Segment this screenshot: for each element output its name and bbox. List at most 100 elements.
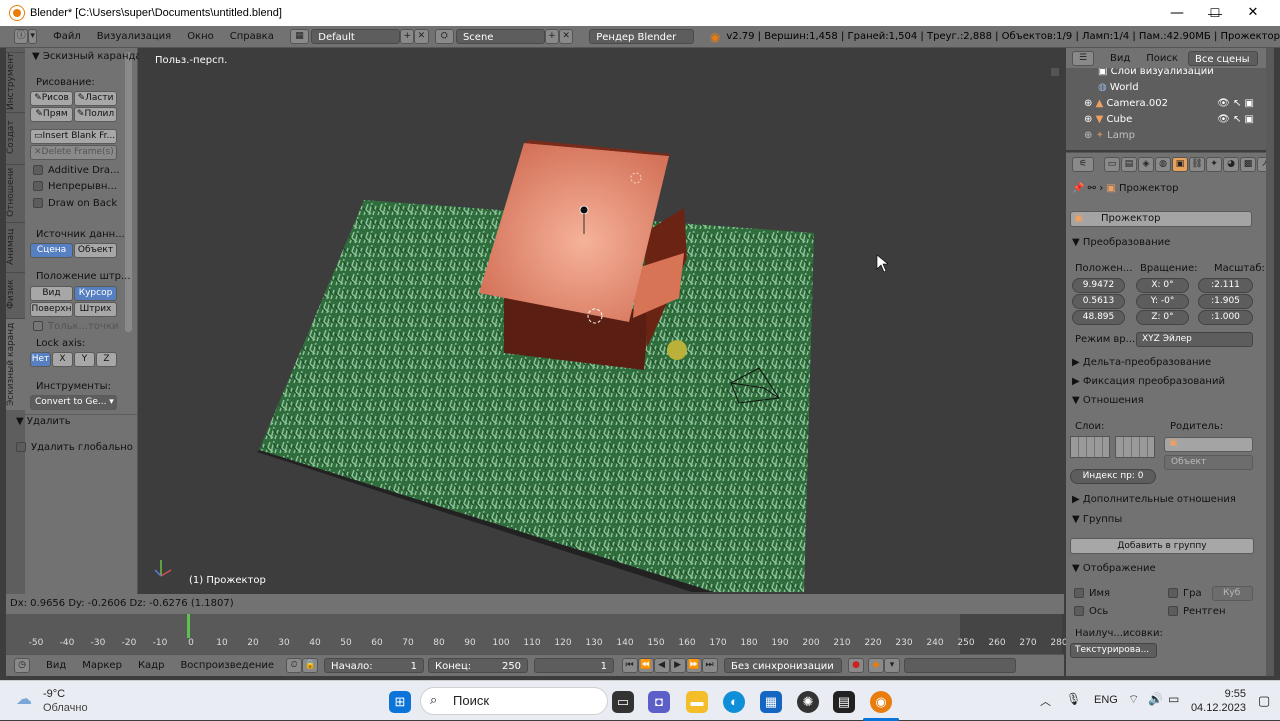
timeline-menu-view[interactable]: Вид [38, 660, 74, 671]
lock-icon[interactable]: 🔒 [302, 658, 319, 673]
properties-scrollbar[interactable] [1266, 48, 1274, 676]
jump-end-icon[interactable]: ⏭ [702, 658, 719, 673]
rotation-z-field[interactable]: Z: 0° [1136, 310, 1189, 325]
clock-time[interactable]: 9:55 [1196, 688, 1246, 700]
object-name-field[interactable]: Прожектор [1070, 211, 1252, 227]
rotation-y-field[interactable]: Y: -0° [1136, 294, 1189, 309]
world-tab-icon[interactable]: ◍ [1155, 157, 1171, 172]
wifi-icon[interactable]: ⌔ [1128, 692, 1139, 707]
microphone-icon[interactable]: 🎙 [1066, 692, 1081, 706]
notifications-icon[interactable]: ▢ [1258, 693, 1270, 709]
weather-text[interactable]: Облачно [43, 702, 88, 714]
maximize-button[interactable]: ☐ [1196, 0, 1234, 26]
jump-key-back-icon[interactable]: ⏪ [638, 658, 655, 673]
poly-button[interactable]: ✎Полил [74, 107, 117, 122]
display-panel-title[interactable]: ▼ Отображение [1072, 563, 1258, 574]
layout-field[interactable]: Default [311, 29, 401, 44]
app-icon[interactable]: ✺ [797, 691, 819, 713]
edge-icon[interactable]: ◐ [723, 691, 745, 713]
outliner-menu-search[interactable]: Поиск [1138, 53, 1186, 64]
3d-viewport[interactable]: Польз.-персп. (1) Прожектор [139, 48, 1063, 592]
placement-cursor-button[interactable]: Курсор [74, 286, 117, 301]
clock-date[interactable]: 04.12.2023 [1186, 702, 1246, 714]
volume-icon[interactable]: 🔊 [1148, 692, 1163, 706]
close-button[interactable]: ✕ [1234, 0, 1272, 26]
convert-select[interactable]: Convert to Ge... ▾ [30, 395, 117, 410]
current-frame-indicator[interactable] [187, 614, 190, 638]
lock-y-button[interactable]: Y [74, 352, 95, 367]
outliner-editor-icon[interactable]: ☰ [1072, 50, 1094, 66]
play-reverse-icon[interactable]: ◀ [654, 658, 671, 673]
insert-blank-frame-button[interactable]: ▭Insert Blank Fr... [30, 129, 117, 144]
render-tab-icon[interactable]: ▭ [1104, 157, 1120, 172]
layers-grid-2[interactable] [1115, 436, 1155, 458]
record-icon[interactable]: ● [848, 658, 865, 673]
sync-select[interactable]: Без синхронизации [724, 658, 843, 673]
lock-z-button[interactable]: Z [96, 352, 117, 367]
expand-icon[interactable]: ⊕ [1084, 98, 1096, 109]
jump-key-forward-icon[interactable]: ⏩ [686, 658, 703, 673]
play-icon[interactable]: ▶ [670, 658, 687, 673]
render-engine-select[interactable]: Рендер Blender [589, 29, 694, 44]
tab-tools[interactable]: Инструмент [6, 52, 25, 110]
visibility-icons[interactable]: 👁 ↖ ▣ [1217, 112, 1254, 128]
draw-on-back-check[interactable]: Draw on Back [33, 198, 117, 209]
location-z-field[interactable]: 48.895 [1072, 310, 1125, 325]
parent-field[interactable]: ▣ [1164, 437, 1253, 452]
expand-icon[interactable]: ⊕ [1084, 130, 1096, 141]
delete-global-check[interactable]: Удалить глобально [16, 442, 133, 453]
terminal-icon[interactable]: ▤ [833, 691, 855, 713]
menu-help[interactable]: Справка [222, 31, 282, 42]
pin-icon[interactable]: 📌 [1072, 183, 1088, 194]
placement-view-button[interactable]: Вид [30, 286, 73, 301]
scene-field[interactable]: Scene [455, 29, 545, 44]
delta-panel-title[interactable]: ▶ Дельта-преобразование [1072, 357, 1258, 368]
panel-grease-pencil-title[interactable]: ▼ Эскизный карандаш [32, 51, 151, 62]
remove-scene-icon[interactable]: ✕ [559, 29, 574, 44]
jump-start-icon[interactable]: ⏮ [622, 658, 639, 673]
line-button[interactable]: ✎Прям [30, 107, 73, 122]
add-layout-icon[interactable]: + [400, 29, 415, 44]
preview-range-icon[interactable]: ⏲ [286, 658, 303, 673]
rotation-mode-select[interactable]: XYZ Эйлер [1136, 332, 1253, 347]
timeline-editor-icon[interactable]: ◷ [14, 658, 30, 673]
constraints-tab-icon[interactable]: ⛓ [1189, 157, 1205, 172]
lock-none-button[interactable]: Нет [30, 352, 51, 367]
tab-grease-pencil[interactable]: Эскизный каранд [6, 318, 25, 410]
add-to-group-button[interactable]: Добавить в группу [1070, 538, 1254, 554]
remove-layout-icon[interactable]: ✕ [414, 29, 429, 44]
layout-icon[interactable]: ▦ [289, 29, 310, 44]
outliner-row[interactable]: ⊕ ✦ Lamp [1066, 128, 1266, 144]
chevron-icon[interactable]: ▾ [28, 29, 38, 44]
scale-y-field[interactable]: :1.905 [1198, 294, 1253, 309]
pass-index-field[interactable]: Индекс пр: 0 [1070, 469, 1156, 484]
blender-taskbar-icon[interactable]: ◉ [870, 691, 892, 713]
parent-type-select[interactable]: Объект [1164, 455, 1253, 470]
additive-drawing-check[interactable]: Additive Dra... [33, 165, 120, 176]
file-explorer-icon[interactable]: ▬ [686, 691, 708, 713]
object-tab-icon[interactable]: ▣ [1172, 157, 1188, 172]
scale-x-field[interactable]: :2.111 [1198, 278, 1253, 293]
timeline[interactable]: -50 -40 -30 -20 -10 0 10 20 30 40 50 60 70 80 90 100 110… [6, 614, 1068, 654]
playback-controls[interactable]: ⏮ ⏪ ◀ ▶ ⏩ ⏭ [622, 658, 719, 673]
tab-create[interactable]: Создат [6, 112, 25, 162]
visibility-icons[interactable]: 👁 ↖ ▣ [1217, 96, 1254, 112]
language-indicator[interactable]: ENG [1094, 694, 1118, 706]
relations-panel-title[interactable]: ▼ Отношения [1072, 395, 1258, 406]
material-tab-icon[interactable]: ◕ [1223, 157, 1239, 172]
yellow-object[interactable] [667, 340, 687, 360]
lock-panel-title[interactable]: ▶ Фиксация преобразований [1072, 376, 1258, 387]
expand-icon[interactable]: ⊕ [1084, 114, 1096, 125]
outliner-row[interactable]: ▣ Слои визуализации [1066, 68, 1266, 80]
minimize-button-2[interactable]: — [1158, 0, 1196, 26]
add-scene-icon[interactable]: + [544, 29, 560, 44]
weather-temp[interactable]: -9°C [43, 688, 65, 700]
continuous-drawing-check[interactable]: Непрерывн... [33, 181, 117, 192]
menu-file[interactable]: Файл [45, 31, 89, 42]
properties-tabs[interactable]: ▭ ▤ ◈ ◍ ▣ ⛓ ✦ ◕ ▩ ↗ [1104, 157, 1273, 172]
expand-icon[interactable] [1051, 68, 1059, 76]
groups-panel-title[interactable]: ▼ Группы [1072, 514, 1258, 525]
current-frame-field[interactable]: 1 [534, 658, 615, 673]
end-frame-field[interactable]: Конец: 250 [428, 658, 529, 673]
scene-tab-icon[interactable]: ◈ [1138, 157, 1154, 172]
